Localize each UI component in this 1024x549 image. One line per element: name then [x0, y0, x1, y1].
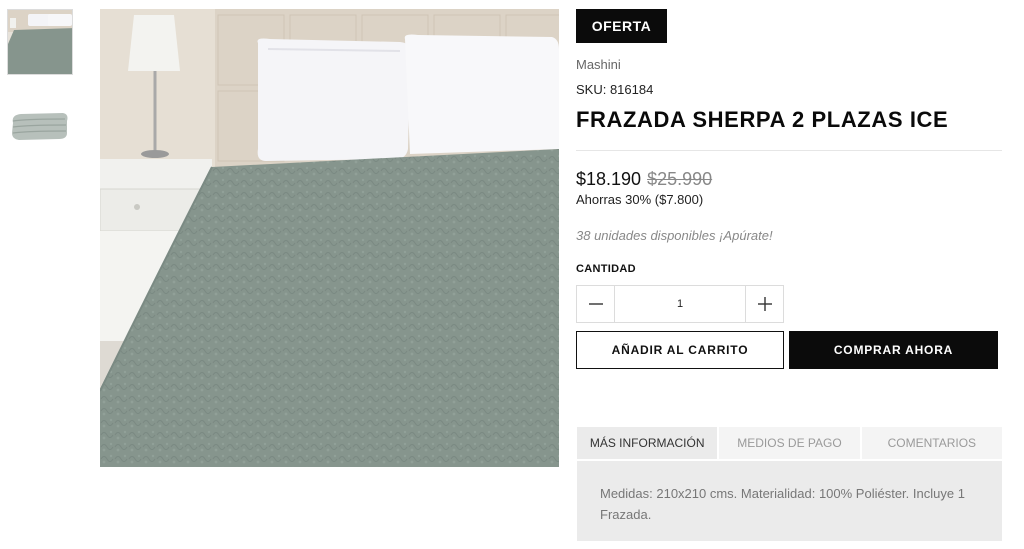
- minus-icon: [588, 303, 603, 305]
- sale-badge: OFERTA: [576, 9, 667, 43]
- tab-comments[interactable]: COMENTARIOS: [861, 427, 1002, 459]
- quantity-decrease-button[interactable]: [577, 286, 615, 322]
- info-tabs: MÁS INFORMACIÓN MEDIOS DE PAGO COMENTARI…: [577, 427, 1002, 459]
- thumbnail-bed-image: [8, 10, 72, 74]
- main-product-image[interactable]: [100, 9, 559, 467]
- brand-name[interactable]: Mashini: [576, 57, 621, 72]
- add-to-cart-button[interactable]: AÑADIR AL CARRITO: [576, 331, 784, 369]
- product-title: FRAZADA SHERPA 2 PLAZAS ICE: [576, 107, 949, 132]
- thumbnail-bed[interactable]: [7, 9, 73, 75]
- main-product-image-graphic: [100, 9, 559, 467]
- savings-text: Ahorras 30% ($7.800): [576, 192, 704, 207]
- tab-panel-content: Medidas: 210x210 cms. Materialidad: 100%…: [577, 461, 1002, 541]
- quantity-input[interactable]: 1: [615, 286, 745, 322]
- product-sku: SKU: 816184: [576, 82, 654, 97]
- buy-now-button[interactable]: COMPRAR AHORA: [789, 331, 998, 369]
- tab-payment-methods[interactable]: MEDIOS DE PAGO: [719, 427, 860, 459]
- divider: [576, 150, 1002, 151]
- quantity-stepper: 1: [576, 285, 784, 323]
- price-row: $18.190 $25.990: [576, 169, 712, 190]
- stock-status: 38 unidades disponibles ¡Apúrate!: [576, 228, 773, 243]
- quantity-label: CANTIDAD: [576, 263, 636, 275]
- thumbnail-folded-image: [7, 93, 73, 159]
- quantity-increase-button[interactable]: [745, 286, 783, 322]
- plus-icon: [757, 297, 772, 311]
- current-price: $18.190: [576, 169, 642, 189]
- thumbnail-folded[interactable]: [7, 93, 73, 159]
- original-price: $25.990: [647, 169, 713, 189]
- tab-more-info[interactable]: MÁS INFORMACIÓN: [577, 427, 718, 459]
